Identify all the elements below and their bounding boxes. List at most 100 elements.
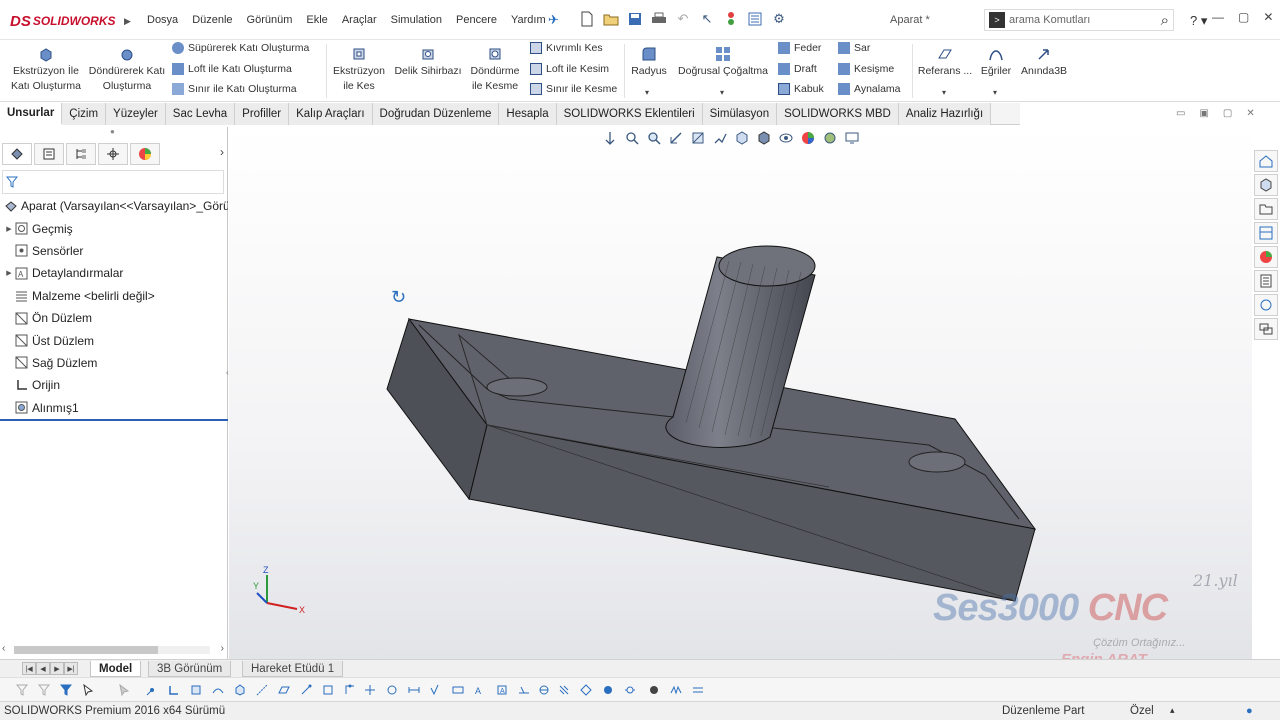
curves-dropdown-icon[interactable]: ▾	[993, 88, 997, 97]
menu-file[interactable]: Dosya	[140, 14, 185, 26]
undo-icon[interactable]: ↶	[674, 10, 692, 28]
help-circle-icon[interactable]: ●	[1246, 705, 1253, 717]
first-tab-icon[interactable]: |◀	[22, 662, 36, 675]
draft-button[interactable]: Draft	[778, 63, 817, 75]
tree-item-history[interactable]: ▶ Geçmiş	[0, 217, 228, 239]
expand-icon[interactable]: ▶	[4, 269, 14, 277]
open-folder-icon[interactable]	[602, 10, 620, 28]
save-icon[interactable]	[626, 10, 644, 28]
filter-vertices-icon[interactable]	[144, 682, 160, 698]
sweep-boss-button[interactable]: Süpürerek Katı Oluşturma	[172, 42, 309, 54]
filter-blocks-icon[interactable]	[578, 682, 594, 698]
forum-icon[interactable]	[1254, 294, 1278, 316]
tab-surfaces[interactable]: Yüzeyler	[106, 103, 166, 125]
select-arrow-icon[interactable]: ↖	[698, 10, 716, 28]
tree-item-top-plane[interactable]: Üst Düzlem	[0, 329, 228, 351]
swept-cut-button[interactable]: Kıvrımlı Kes	[530, 42, 603, 54]
curves-button[interactable]: Eğriler	[976, 46, 1016, 79]
dimxpert-tab-icon[interactable]	[98, 143, 128, 165]
property-manager-tab-icon[interactable]	[34, 143, 64, 165]
filter-dowel-pin-icon[interactable]	[600, 682, 616, 698]
menu-simulation[interactable]: Simulation	[384, 14, 449, 26]
filter-datum-targets-icon[interactable]	[536, 682, 552, 698]
shell-button[interactable]: Kabuk	[778, 83, 824, 95]
filter-notes-icon[interactable]: A	[472, 682, 488, 698]
tab-model[interactable]: Model	[90, 661, 142, 677]
rib-button[interactable]: Feder	[778, 42, 821, 54]
reference-dropdown-icon[interactable]: ▾	[942, 88, 946, 97]
scroll-right-icon[interactable]: ›	[221, 643, 224, 654]
filter-sketch-points-icon[interactable]	[298, 682, 314, 698]
filter-faces-icon[interactable]	[188, 682, 204, 698]
revolve-cut-button[interactable]: Döndürme ile Kesme	[466, 46, 524, 94]
extrude-boss-button[interactable]: Ekstrüzyon İle Katı Oluşturma	[6, 46, 86, 94]
tab-weldments[interactable]: Profiller	[235, 103, 290, 125]
filter-connection-points-icon[interactable]	[622, 682, 638, 698]
file-properties-icon[interactable]	[746, 10, 764, 28]
filter-spring-icon[interactable]	[668, 682, 684, 698]
filter-axes-icon[interactable]	[254, 682, 270, 698]
minimize-icon[interactable]: —	[1212, 10, 1224, 24]
file-explorer-icon[interactable]	[1254, 198, 1278, 220]
filter-surface-bodies-icon[interactable]	[210, 682, 226, 698]
tab-sketch[interactable]: Çizim	[62, 103, 107, 125]
tree-filter[interactable]	[2, 170, 224, 194]
tab-addins[interactable]: SOLIDWORKS Eklentileri	[556, 103, 703, 125]
design-library-icon[interactable]	[1254, 174, 1278, 196]
more-tabs-icon[interactable]: ›	[220, 145, 224, 159]
tree-item-annotations[interactable]: ▶ A Detaylandırmalar	[0, 262, 228, 284]
appearances-icon[interactable]	[1254, 246, 1278, 268]
tree-item-imported1[interactable]: Alınmış1	[0, 397, 228, 419]
boundary-cut-button[interactable]: Sınır ile Kesme	[530, 83, 617, 95]
reference-geometry-button[interactable]: Referans ...	[916, 46, 974, 79]
doc-minimize-icon[interactable]: ▭	[1176, 108, 1185, 119]
help-icon[interactable]: ? ▾	[1190, 13, 1207, 29]
tab-simulation[interactable]: Simülasyon	[702, 103, 778, 125]
tab-mold-tools[interactable]: Kalıp Araçları	[289, 103, 373, 125]
search-icon[interactable]: ⌕	[1161, 12, 1169, 29]
fillet-dropdown-icon[interactable]: ▾	[645, 88, 649, 97]
menu-edit[interactable]: Düzenle	[185, 14, 239, 26]
tab-analysis-prep[interactable]: Analiz Hazırlığı	[898, 103, 992, 125]
panel-grip-icon[interactable]: ●	[110, 127, 115, 136]
filter-datum-features-icon[interactable]: A	[494, 682, 510, 698]
filter-routing-points-icon[interactable]	[646, 682, 662, 698]
linear-pattern-button[interactable]: Doğrusal Çoğaltma	[674, 46, 772, 79]
filter-toggle-icon[interactable]	[14, 682, 30, 698]
menu-insert[interactable]: Ekle	[299, 14, 334, 26]
filter-edges-icon[interactable]	[166, 682, 182, 698]
tree-root-part[interactable]: Aparat (Varsayılan<<Varsayılan>_Görü	[0, 195, 228, 217]
boundary-boss-button[interactable]: Sınır ile Katı Oluşturma	[172, 83, 297, 95]
filter-mates-icon[interactable]	[690, 682, 706, 698]
close-icon[interactable]: ✕	[1263, 10, 1273, 24]
menu-view[interactable]: Görünüm	[240, 14, 300, 26]
menu-window[interactable]: Pencere	[449, 14, 504, 26]
rollback-bar[interactable]	[0, 419, 228, 421]
mirror-button[interactable]: Aynalama	[838, 83, 901, 95]
scroll-thumb[interactable]	[14, 646, 158, 654]
fillet-button[interactable]: Radyus	[628, 46, 670, 79]
tree-item-right-plane[interactable]: Sağ Düzlem	[0, 352, 228, 374]
pin-menu-icon[interactable]: ✈	[548, 12, 559, 28]
intersect-button[interactable]: Kesişme	[838, 63, 894, 75]
doc-restore-icon[interactable]: ▣	[1199, 108, 1208, 119]
tab-motion-study[interactable]: Hareket Etüdü 1	[242, 661, 344, 677]
community-icon[interactable]	[1254, 318, 1278, 340]
doc-close-icon[interactable]: ✕	[1246, 108, 1254, 119]
tab-3d-views[interactable]: 3B Görünüm	[148, 661, 232, 677]
custom-properties-icon[interactable]	[1254, 270, 1278, 292]
menu-help[interactable]: Yardım	[504, 14, 553, 26]
loft-boss-button[interactable]: Loft ile Katı Oluşturma	[172, 63, 292, 75]
tab-sheet-metal[interactable]: Sac Levha	[165, 103, 236, 125]
tree-item-front-plane[interactable]: Ön Düzlem	[0, 307, 228, 329]
filter-midpoints-icon[interactable]	[342, 682, 358, 698]
filter-surface-finish-icon[interactable]	[428, 682, 444, 698]
options-gear-icon[interactable]: ⚙	[770, 10, 788, 28]
tab-direct-editing[interactable]: Doğrudan Düzenleme	[372, 103, 500, 125]
expand-icon[interactable]: ▶	[4, 225, 14, 233]
view-palette-icon[interactable]	[1254, 222, 1278, 244]
solidworks-logo[interactable]: DS SOLIDWORKS	[4, 10, 124, 32]
restore-icon[interactable]: ▢	[1238, 10, 1249, 24]
filter-clear-icon[interactable]	[36, 682, 52, 698]
filter-icon[interactable]	[116, 682, 132, 698]
